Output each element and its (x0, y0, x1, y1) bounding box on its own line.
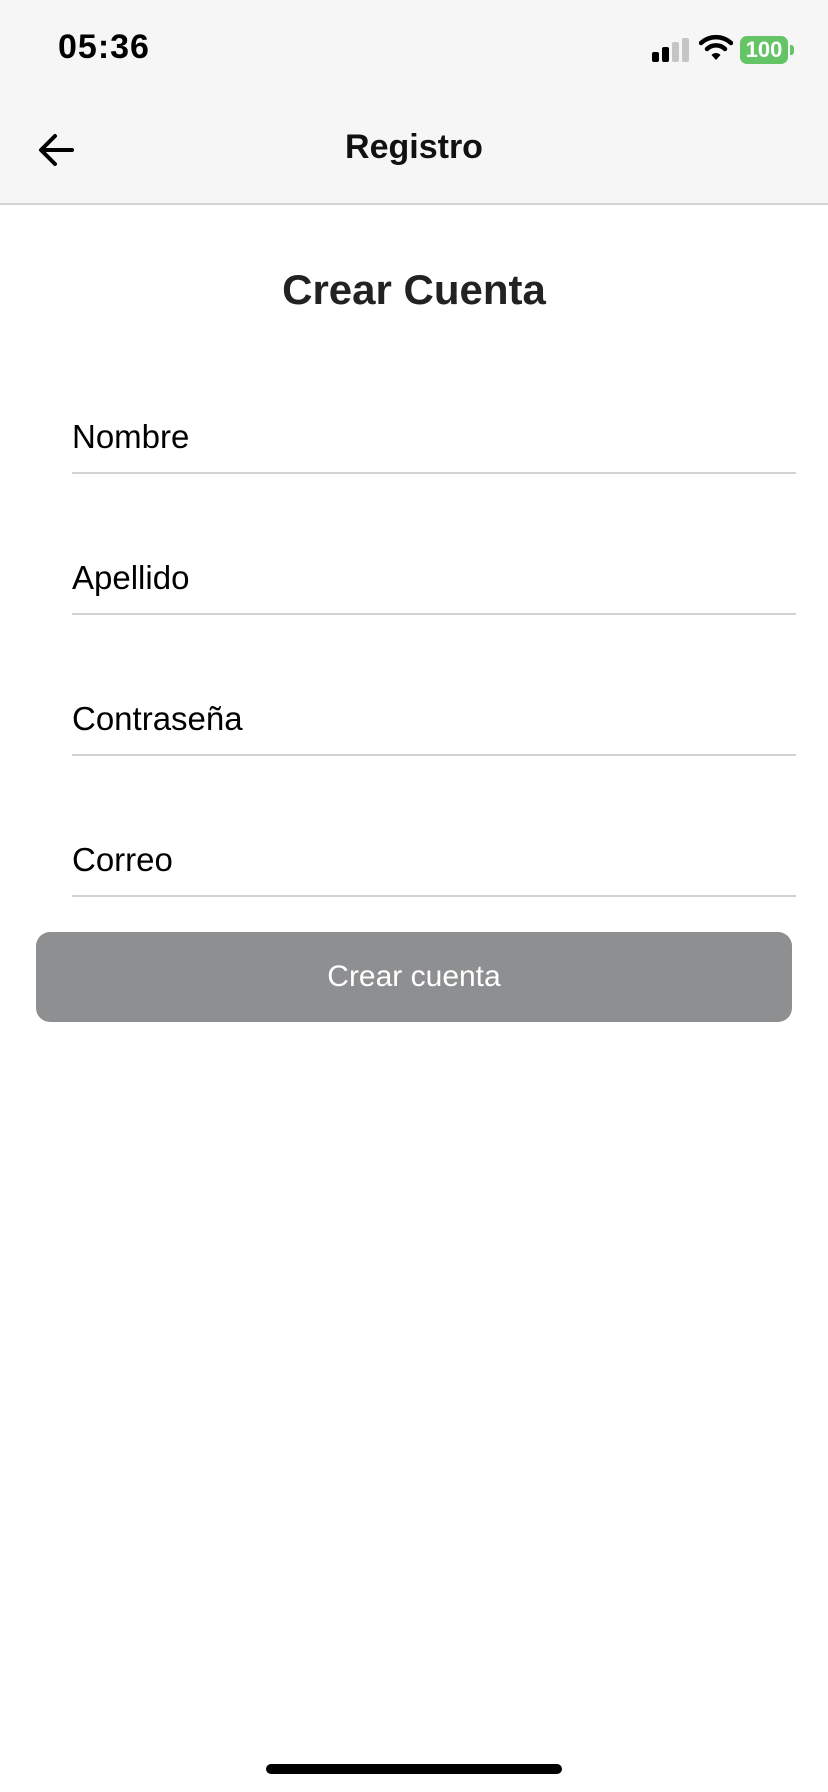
battery-icon: 100 (740, 36, 794, 64)
email-field-container (72, 825, 796, 897)
home-indicator[interactable] (266, 1764, 562, 1774)
first-name-field-container (72, 402, 796, 474)
password-field[interactable] (72, 684, 796, 754)
last-name-field[interactable] (72, 543, 796, 613)
register-screen: 05:36 100 Registro Crear Cuenta Nombre A… (0, 0, 828, 1792)
wifi-icon (698, 34, 734, 62)
page-title: Crear Cuenta (282, 266, 546, 313)
battery-level: 100 (740, 36, 788, 64)
email-field[interactable] (72, 825, 796, 895)
last-name-field-container (72, 543, 796, 615)
create-account-button[interactable]: Crear cuenta (36, 932, 792, 1022)
status-time: 05:36 (58, 28, 150, 66)
first-name-field[interactable] (72, 402, 796, 472)
header: 05:36 100 Registro (0, 0, 828, 205)
password-field-container (72, 684, 796, 756)
cellular-signal-icon (652, 38, 690, 62)
nav-title: Registro (345, 128, 483, 166)
